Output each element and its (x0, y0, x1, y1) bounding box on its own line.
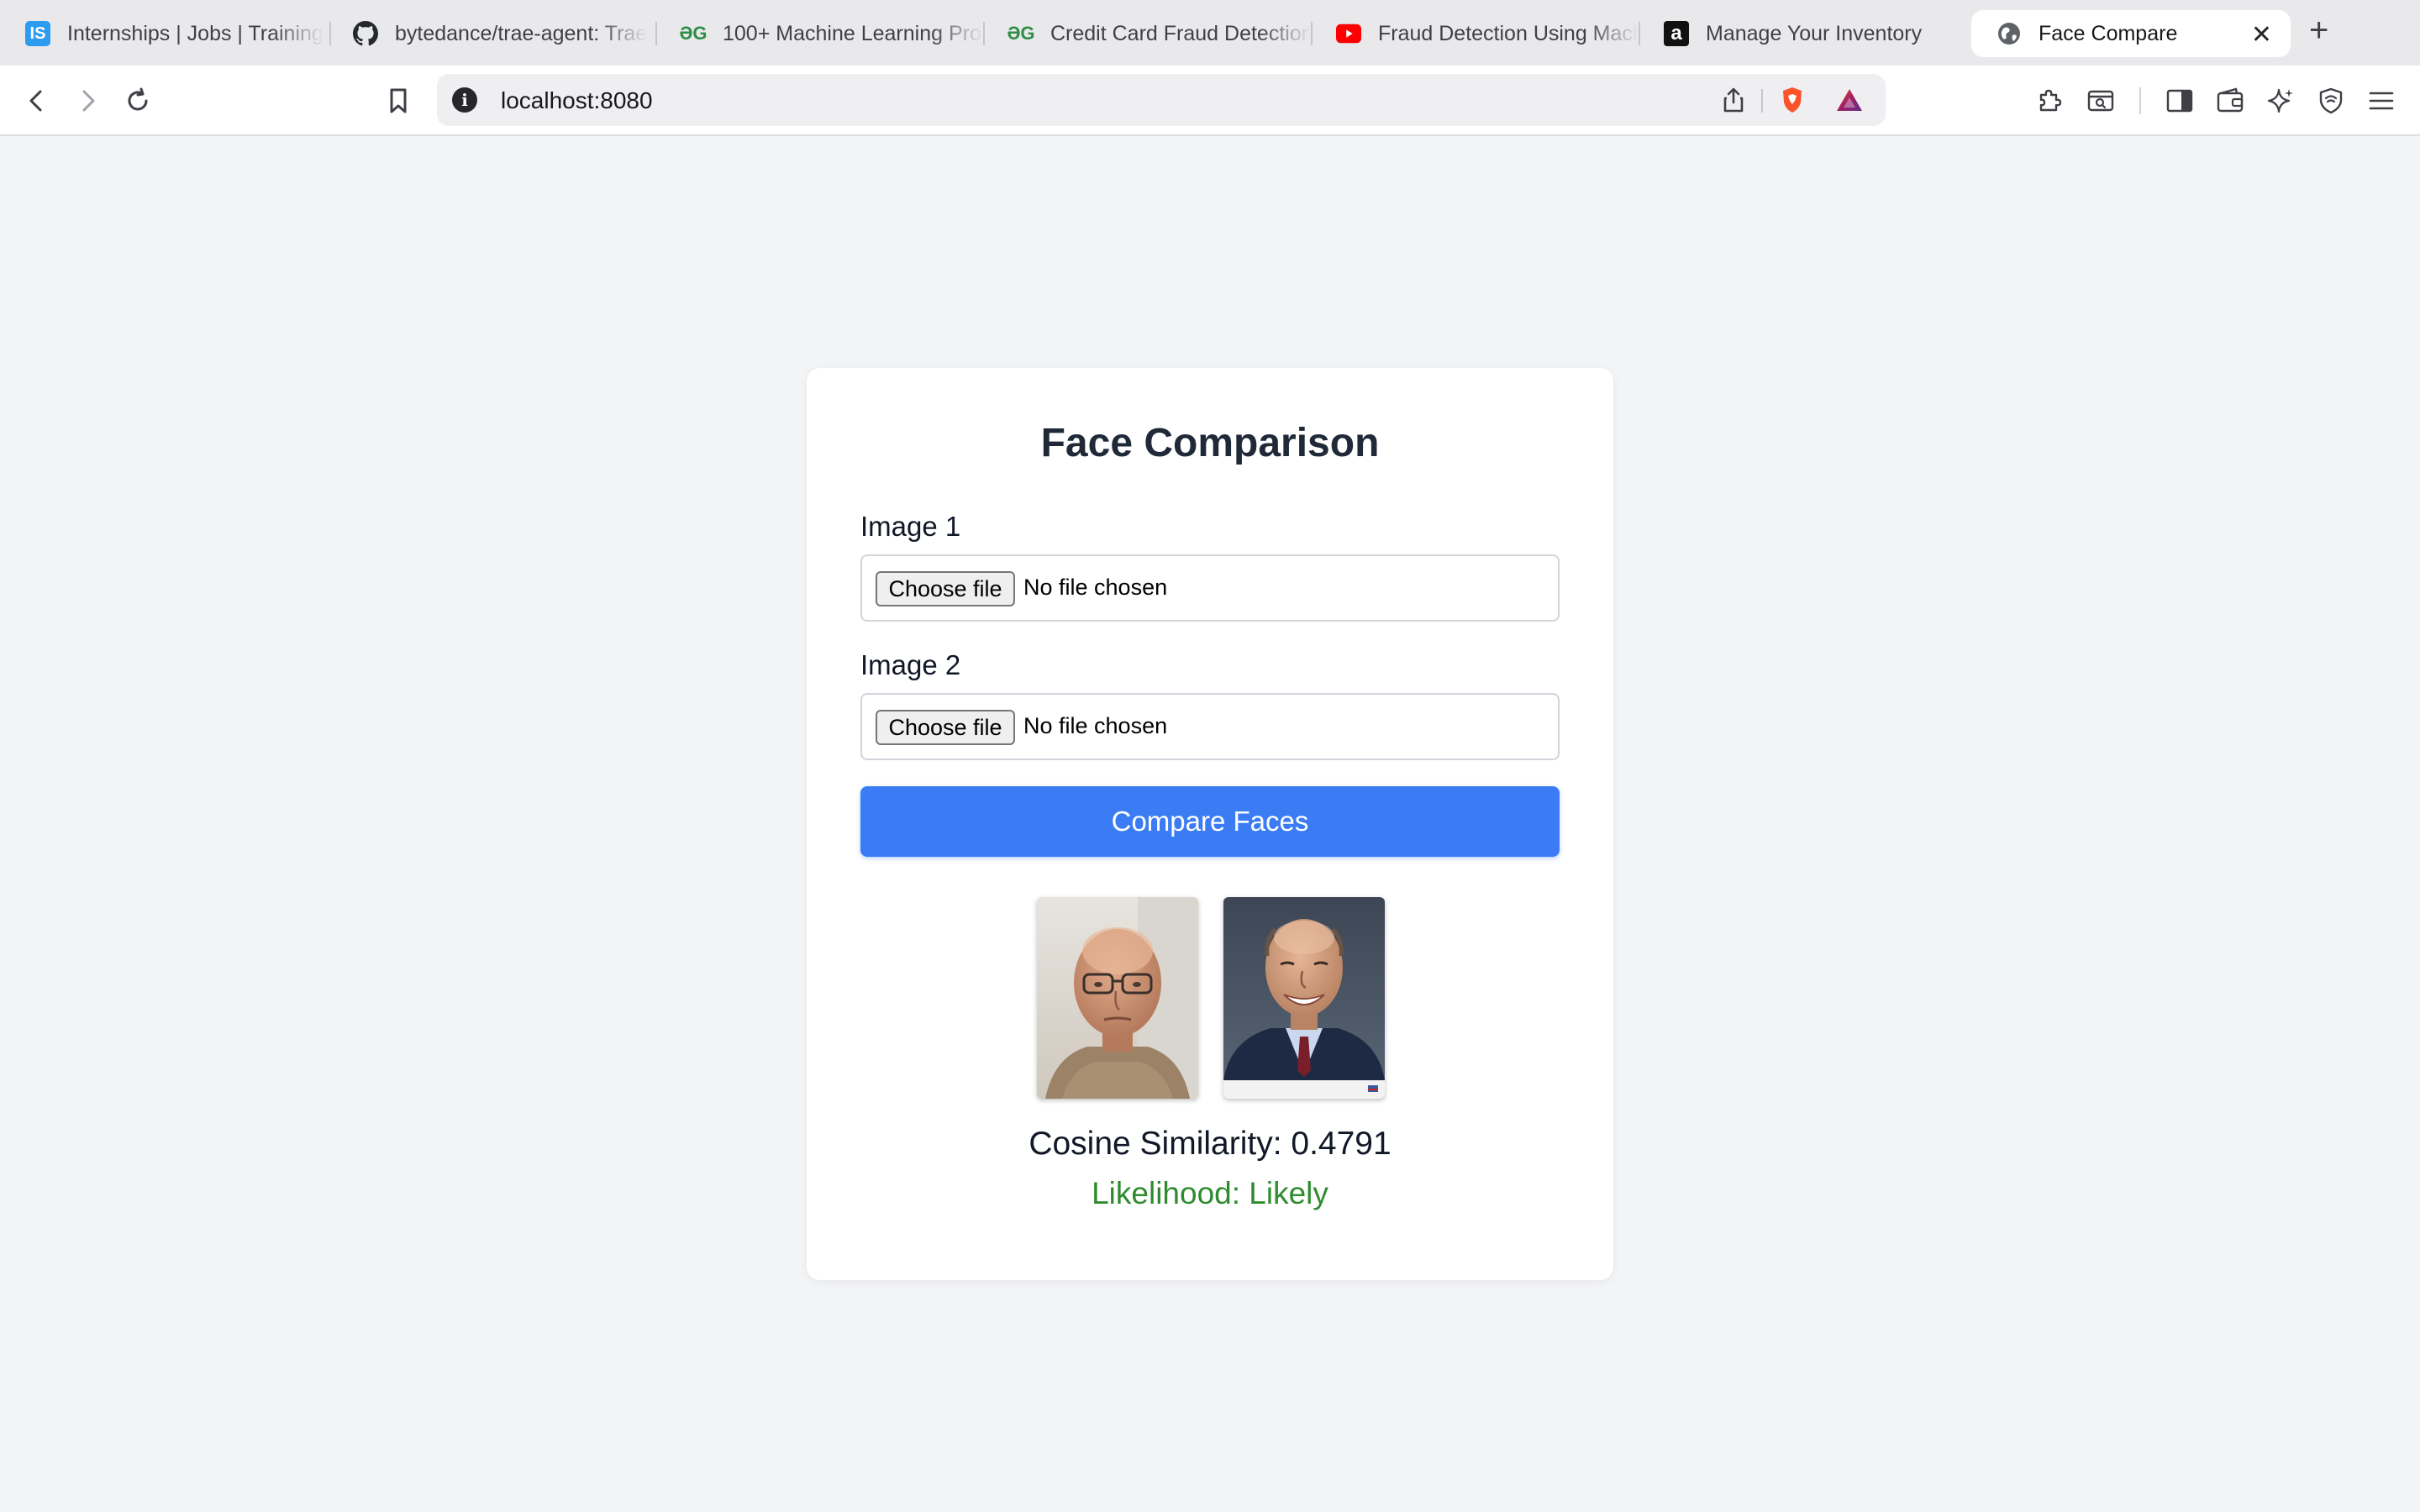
vpn-button[interactable] (2314, 84, 2348, 118)
extensions-button[interactable] (2033, 84, 2067, 118)
sidebar-icon (2166, 89, 2193, 113)
bookmark-button[interactable] (381, 84, 415, 118)
amazon-icon: a (1664, 21, 1689, 46)
chevron-left-icon (29, 90, 42, 112)
sparkle-icon (2267, 88, 2293, 113)
globe-icon (1996, 21, 2022, 46)
image1-label: Image 1 (860, 511, 961, 542)
brave-rewards-icon[interactable] (1835, 86, 1864, 114)
tab-gfg-ml-projects[interactable]: ƏG 100+ Machine Learning Projects (655, 10, 983, 57)
browser-toolbar: i localhost:8080 (0, 66, 2420, 136)
tab-strip: IS Internships | Jobs | Training bytedan… (0, 0, 2420, 66)
sidebar-button[interactable] (2163, 84, 2196, 118)
image1-choose-file-button[interactable]: Choose file (876, 571, 1015, 606)
youtube-icon (1336, 21, 1361, 46)
hamburger-menu-icon (2369, 92, 2394, 110)
image2-file-input[interactable]: Choose file No file chosen (860, 693, 1560, 760)
close-tab-icon[interactable]: ✕ (2251, 20, 2272, 50)
site-info-icon[interactable]: i (452, 87, 477, 113)
chevron-right-icon (82, 90, 95, 112)
new-tab-button[interactable]: + (2309, 12, 2328, 50)
tab-title: Credit Card Fraud Detection (1050, 21, 1311, 45)
face-image-2 (1223, 897, 1385, 1099)
tab-title: Fraud Detection Using Machine (1378, 21, 1639, 45)
tab-face-compare[interactable]: Face Compare ✕ (1971, 10, 2291, 57)
back-button[interactable] (20, 84, 54, 118)
face-image-1 (1037, 897, 1198, 1099)
window-search-icon (2087, 90, 2114, 112)
menu-button[interactable] (2365, 84, 2398, 118)
image2-label: Image 2 (860, 649, 961, 680)
compare-faces-button[interactable]: Compare Faces (860, 786, 1560, 857)
wallet-button[interactable] (2213, 84, 2247, 118)
likelihood-result: Likelihood: Likely (1092, 1176, 1328, 1210)
page-search-button[interactable] (2084, 84, 2118, 118)
image1-file-status: No file chosen (1023, 575, 1168, 600)
tab-title: bytedance/trae-agent: Trae (395, 21, 648, 45)
internshala-icon: IS (25, 21, 50, 46)
tab-title: Manage Your Inventory (1706, 21, 1923, 45)
forward-button[interactable] (71, 84, 104, 118)
tab-gfg-credit-card[interactable]: ƏG Credit Card Fraud Detection (983, 10, 1311, 57)
address-text[interactable]: localhost:8080 (501, 87, 653, 114)
tab-title: Internships | Jobs | Training (67, 21, 324, 45)
puzzle-icon (2039, 89, 2062, 112)
tab-youtube[interactable]: Fraud Detection Using Machine (1311, 10, 1639, 57)
bookmark-icon (390, 88, 407, 113)
cosine-similarity-result: Cosine Similarity: 0.4791 (1028, 1126, 1392, 1162)
image2-file-status: No file chosen (1023, 713, 1168, 738)
shield-icon (2319, 87, 2343, 114)
tab-internshala[interactable]: IS Internships | Jobs | Training (0, 10, 329, 57)
geeksforgeeks-icon: ƏG (1007, 23, 1035, 44)
toolbar-separator (2139, 87, 2141, 114)
tab-amazon[interactable]: a Manage Your Inventory (1639, 10, 1966, 57)
share-icon[interactable] (1719, 86, 1748, 114)
image1-file-input[interactable]: Choose file No file chosen (860, 554, 1560, 622)
wallet-icon (2217, 87, 2244, 113)
tab-title: 100+ Machine Learning Projects (723, 21, 983, 45)
leo-ai-button[interactable] (2264, 84, 2297, 118)
address-bar[interactable]: i localhost:8080 (437, 74, 1886, 126)
tab-github[interactable]: bytedance/trae-agent: Trae (328, 10, 655, 57)
brave-shields-icon[interactable] (1778, 86, 1807, 114)
face-compare-card: Face Comparison Image 1 Choose file No f… (807, 368, 1613, 1280)
github-icon (353, 21, 378, 46)
reload-icon (128, 87, 148, 111)
page-title: Face Comparison (1040, 421, 1380, 465)
image2-choose-file-button[interactable]: Choose file (876, 710, 1015, 745)
address-separator (1761, 89, 1763, 113)
tab-title: Face Compare (2039, 21, 2178, 45)
geeksforgeeks-icon: ƏG (679, 23, 708, 44)
reload-button[interactable] (121, 84, 155, 118)
